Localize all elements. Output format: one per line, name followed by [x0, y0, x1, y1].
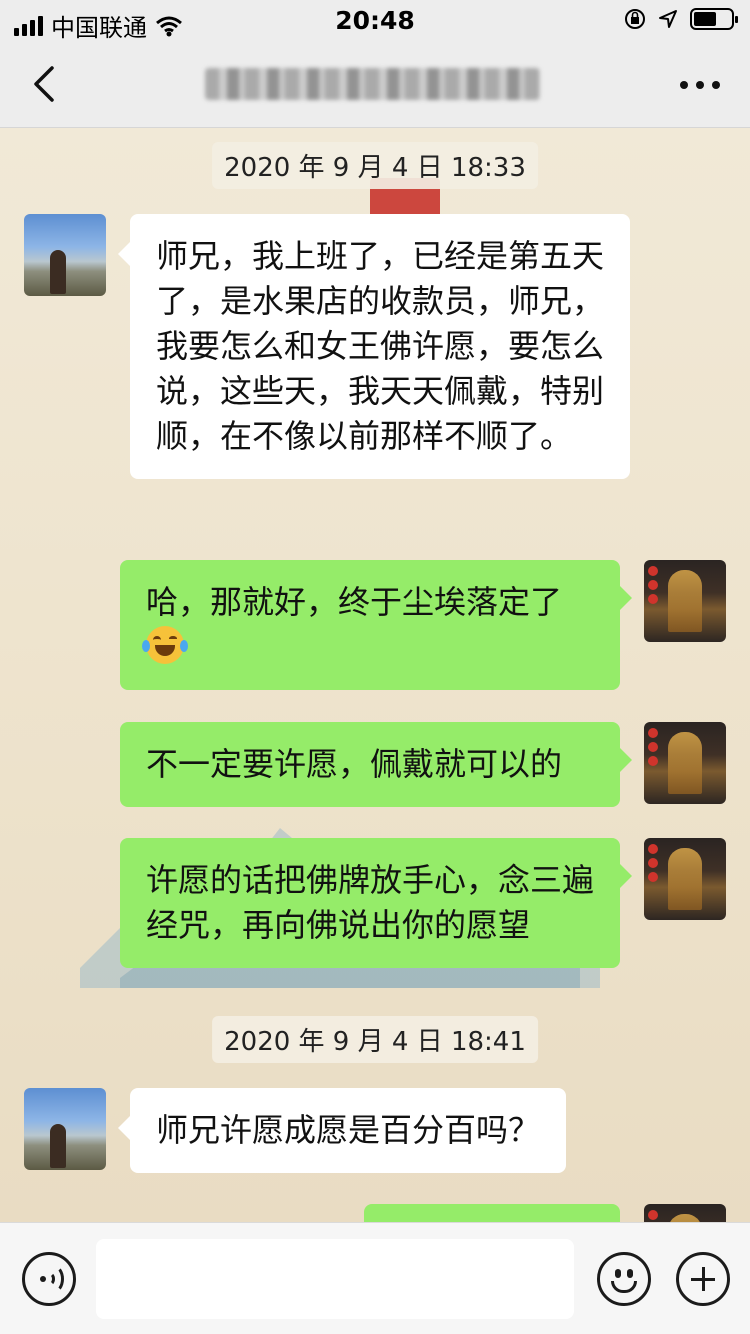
timestamp: 2020 年 9 月 4 日 18:41	[212, 1016, 538, 1063]
voice-icon[interactable]	[22, 1252, 76, 1306]
contact-avatar[interactable]	[24, 214, 106, 296]
chevron-left-icon[interactable]	[26, 62, 66, 106]
my-avatar[interactable]	[644, 838, 726, 920]
sent-message[interactable]: 不一定要许愿，佩戴就可以的	[120, 722, 632, 807]
sent-message-partial[interactable]	[364, 1204, 620, 1222]
smiley-icon[interactable]	[597, 1252, 651, 1306]
battery-icon	[690, 8, 738, 30]
received-message[interactable]: 师兄，我上班了，已经是第五天了，是水果店的收款员，师兄，我要怎么和女王佛许愿，要…	[118, 214, 630, 479]
chat-area[interactable]: 2020 年 9 月 4 日 18:33 师兄，我上班了，已经是第五天了，是水果…	[0, 128, 750, 1222]
plus-icon[interactable]	[676, 1252, 730, 1306]
chat-title-blurred	[205, 68, 540, 100]
sent-message[interactable]: 哈，那就好，终于尘埃落定了	[120, 560, 632, 690]
input-bar	[0, 1222, 750, 1334]
sent-message-text: 哈，那就好，终于尘埃落定了	[146, 583, 563, 621]
sent-message[interactable]: 许愿的话把佛牌放手心，念三遍经咒，再向佛说出你的愿望	[120, 838, 632, 968]
my-avatar[interactable]	[644, 560, 726, 642]
timestamp: 2020 年 9 月 4 日 18:33	[212, 142, 538, 189]
location-icon	[659, 10, 677, 28]
status-bar: 中国联通 20:48	[0, 0, 750, 42]
my-avatar[interactable]	[644, 722, 726, 804]
my-avatar[interactable]	[644, 1204, 726, 1222]
contact-avatar[interactable]	[24, 1088, 106, 1170]
nav-bar	[0, 40, 750, 128]
orientation-lock-icon	[625, 9, 645, 29]
received-message[interactable]: 师兄许愿成愿是百分百吗？	[117, 1088, 567, 1173]
message-input[interactable]	[96, 1239, 574, 1319]
laughing-tears-emoji-icon	[142, 626, 188, 664]
more-dots-icon[interactable]	[680, 70, 720, 100]
status-right	[624, 8, 738, 30]
